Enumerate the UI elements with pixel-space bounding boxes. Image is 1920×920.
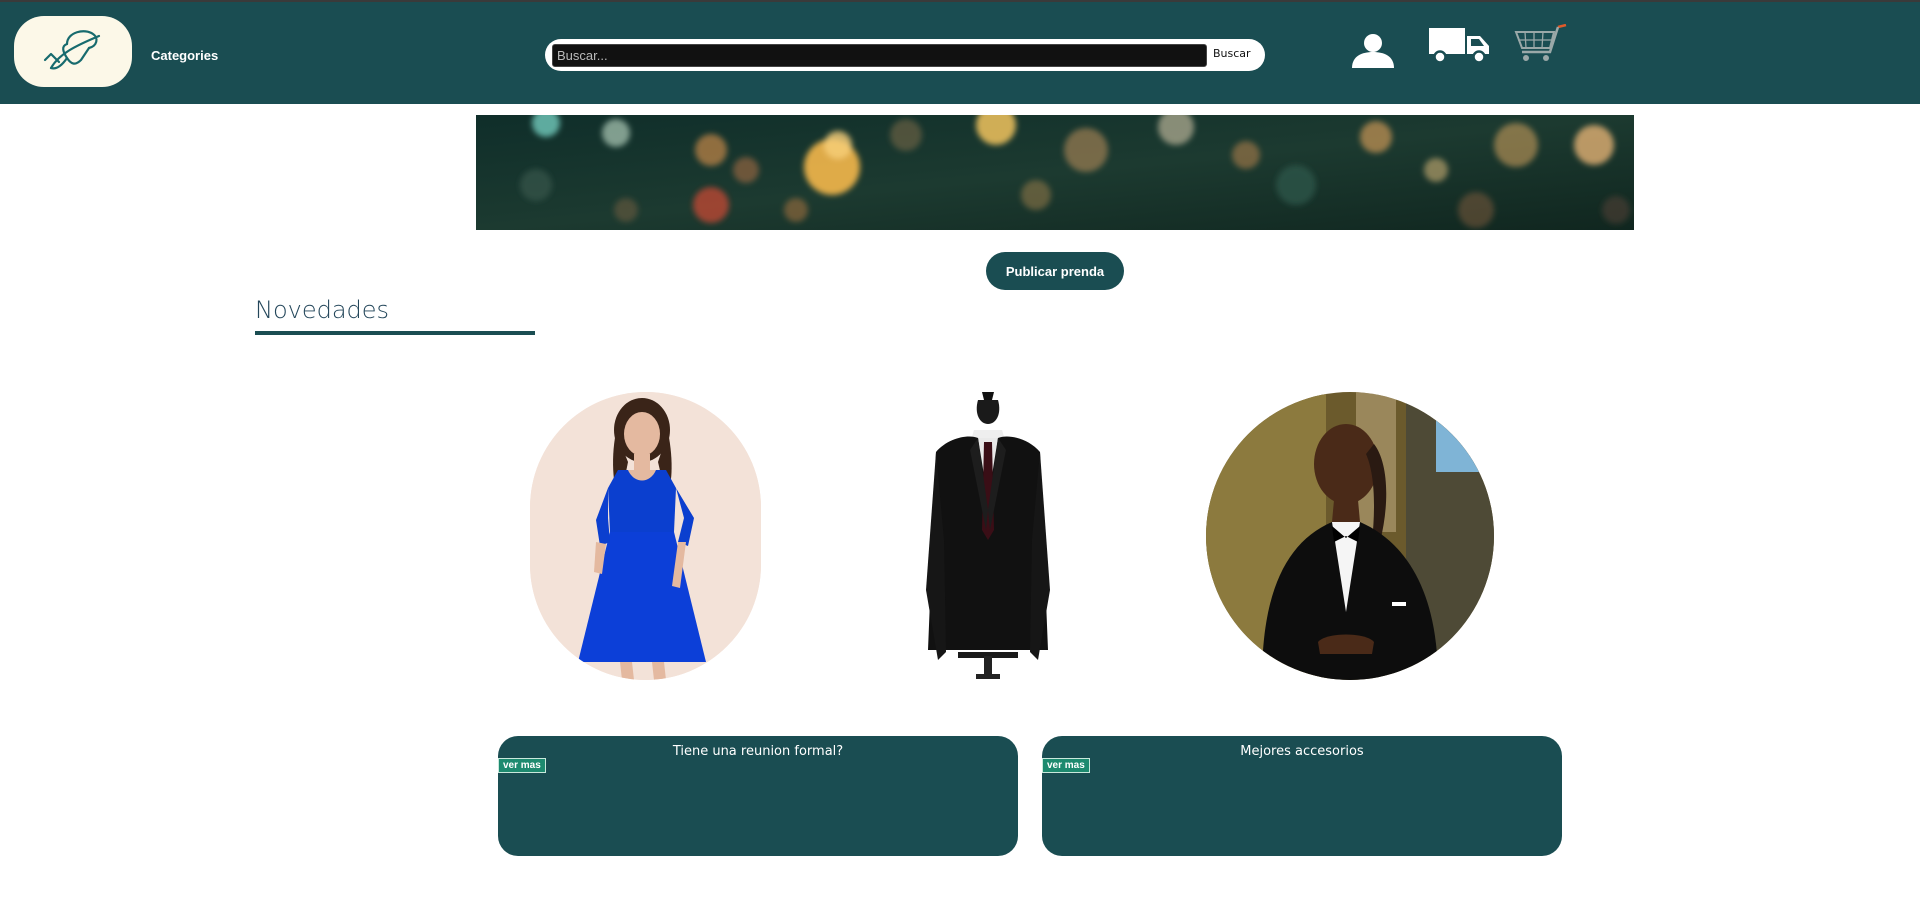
blue-dress-photo[interactable] (530, 392, 761, 680)
logo[interactable] (14, 16, 132, 87)
truck-icon[interactable] (1428, 26, 1492, 69)
bokeh-banner-image (476, 115, 1634, 230)
search-bar: Buscar (545, 39, 1265, 71)
publish-item-button[interactable]: Publicar prenda (986, 252, 1124, 290)
black-suit-photo[interactable] (898, 390, 1078, 682)
hat-logo-icon (43, 29, 101, 69)
promo-card-title: Tiene una reunion formal? (672, 744, 844, 759)
section-underline (255, 331, 535, 335)
see-more-button[interactable]: ver mas (498, 758, 546, 773)
section-title: Novedades (255, 296, 390, 324)
see-more-button[interactable]: ver mas (1042, 758, 1090, 773)
promo-card-accessories[interactable]: Mejores accesorios ver mas (1042, 736, 1562, 856)
search-input[interactable] (552, 44, 1207, 67)
cart-icon[interactable] (1512, 23, 1568, 69)
promo-card-title: Mejores accesorios (1240, 744, 1364, 759)
categories-link[interactable]: Categories (151, 48, 218, 63)
man-tuxedo-photo[interactable] (1206, 392, 1494, 680)
search-button[interactable]: Buscar (1213, 47, 1251, 60)
top-navbar: Categories Buscar (0, 0, 1920, 104)
user-icon[interactable] (1350, 32, 1396, 75)
promo-card-formal[interactable]: Tiene una reunion formal? ver mas (498, 736, 1018, 856)
